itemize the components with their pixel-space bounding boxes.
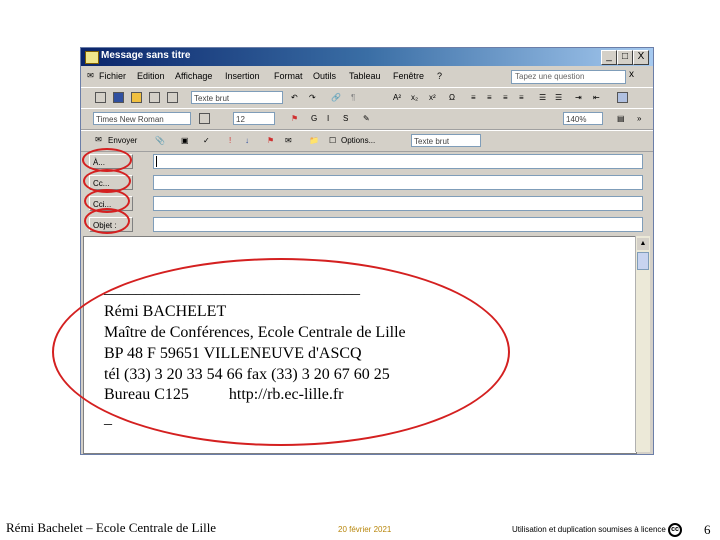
print-preview-icon[interactable] — [167, 92, 178, 103]
help-question-input[interactable]: Tapez une question — [511, 70, 626, 84]
send-icon: ✉ — [95, 135, 102, 144]
redo-icon[interactable]: ↷ — [309, 93, 316, 102]
menu-fenetre[interactable]: Fenêtre — [393, 71, 424, 81]
envelope-icon[interactable]: ✉ — [285, 136, 292, 145]
subject-field[interactable] — [153, 217, 643, 232]
send-toolbar: ✉ Envoyer 📎 ▣ ✓ ! ↓ ⚑ ✉ 📁 ☐ Options... T… — [81, 130, 653, 152]
hidden-text-icon[interactable]: ¶ — [351, 93, 355, 102]
save-icon[interactable] — [113, 92, 124, 103]
standard-toolbar: Texte brut ↶ ↷ 🔗 ¶ A² x₂ x² Ω ≡ ≡ ≡ ≡ ☰ … — [81, 87, 653, 109]
cc-field[interactable] — [153, 175, 643, 190]
font-size-icon[interactable]: A² — [393, 93, 401, 102]
table-icon[interactable] — [199, 113, 210, 124]
scroll-thumb[interactable] — [637, 252, 649, 270]
close-document-icon[interactable]: x — [629, 69, 634, 80]
app-icon — [85, 51, 99, 64]
bold-icon[interactable]: G — [311, 114, 317, 123]
maximize-button[interactable]: □ — [617, 50, 633, 65]
read-mode-icon[interactable]: ▤ — [617, 114, 625, 123]
address-book-icon[interactable]: ▣ — [181, 136, 189, 145]
menu-tableau[interactable]: Tableau — [349, 71, 381, 81]
background-slide-edge — [72, 60, 80, 260]
scroll-up-icon[interactable]: ▲ — [637, 238, 649, 250]
menu-affichage[interactable]: Affichage — [175, 71, 212, 81]
options-button[interactable]: Options... — [341, 136, 375, 145]
style-select[interactable]: Texte brut — [191, 91, 283, 104]
numbered-list-icon[interactable]: ☰ — [539, 93, 546, 102]
print-layout-icon[interactable] — [617, 92, 628, 103]
window-title: Message sans titre — [101, 50, 191, 61]
bullet-list-icon[interactable]: ☰ — [555, 93, 562, 102]
symbol-icon[interactable]: Ω — [449, 93, 455, 102]
flag-icon[interactable]: ⚑ — [267, 136, 274, 145]
annotation-circle-signature — [52, 258, 510, 446]
importance-high-icon[interactable]: ! — [229, 136, 231, 145]
subscript-icon[interactable]: x₂ — [411, 93, 418, 102]
outdent-icon[interactable]: ⇤ — [593, 93, 600, 102]
undo-icon[interactable]: ↶ — [291, 93, 298, 102]
attach-icon[interactable]: 📎 — [155, 136, 165, 145]
footer-date: 20 février 2021 — [338, 525, 392, 534]
menu-fichier[interactable]: Fichier — [99, 71, 126, 81]
footer-author: Rémi Bachelet – Ecole Centrale de Lille — [6, 520, 217, 535]
superscript-icon[interactable]: x² — [429, 93, 436, 102]
hyperlink-icon[interactable]: 🔗 — [331, 93, 341, 102]
check-names-icon[interactable]: ✓ — [203, 136, 210, 145]
bcc-field[interactable] — [153, 196, 643, 211]
annotation-circle-subject — [84, 208, 130, 234]
menu-format[interactable]: Format — [274, 71, 303, 81]
to-field[interactable] — [153, 154, 643, 169]
underline-icon[interactable]: S — [343, 114, 348, 123]
options-icon: ☐ — [329, 136, 337, 145]
align-center-icon[interactable]: ≡ — [487, 93, 492, 102]
align-left-icon[interactable]: ≡ — [471, 93, 476, 102]
follow-up-flag-icon[interactable]: ⚑ — [291, 114, 298, 123]
menu-outils[interactable]: Outils — [313, 71, 336, 81]
footer-license: Utilisation et duplication soumises à li… — [512, 525, 666, 534]
page-number: 6 — [704, 522, 711, 537]
italic-icon[interactable]: I — [327, 114, 329, 123]
folder-icon[interactable]: 📁 — [309, 136, 319, 145]
indent-icon[interactable]: ⇥ — [575, 93, 582, 102]
address-block: À... Cc... Cci... Objet : — [81, 151, 653, 235]
align-right-icon[interactable]: ≡ — [503, 93, 508, 102]
print-icon[interactable] — [149, 92, 160, 103]
permissions-icon[interactable] — [131, 92, 142, 103]
menu-help[interactable]: ? — [437, 71, 442, 81]
close-button[interactable]: X — [633, 50, 649, 65]
title-bar[interactable]: Message sans titre _ □ X — [81, 48, 653, 66]
creative-commons-icon: cc — [668, 523, 682, 537]
new-icon[interactable] — [95, 92, 106, 103]
menu-edition[interactable]: Edition — [137, 71, 165, 81]
zoom-select[interactable]: 140% — [563, 112, 603, 125]
highlight-icon[interactable]: ✎ — [363, 114, 370, 123]
formatting-toolbar: Times New Roman 12 ⚑ G I S ✎ 140% ▤ » — [81, 108, 653, 130]
justify-icon[interactable]: ≡ — [519, 93, 524, 102]
message-format-select[interactable]: Texte brut — [411, 134, 481, 147]
minimize-button[interactable]: _ — [601, 50, 617, 65]
font-select[interactable]: Times New Roman — [93, 112, 191, 125]
font-size-select[interactable]: 12 — [233, 112, 275, 125]
mail-icon: ✉ — [87, 71, 94, 80]
menu-bar: ✉ Fichier Edition Affichage Insertion Fo… — [81, 67, 653, 86]
vertical-scrollbar[interactable]: ▲ — [635, 236, 650, 452]
menu-insertion[interactable]: Insertion — [225, 71, 260, 81]
toolbar-options-icon[interactable]: » — [637, 114, 641, 123]
send-button[interactable]: Envoyer — [108, 136, 137, 145]
text-cursor — [156, 156, 157, 167]
importance-low-icon[interactable]: ↓ — [245, 136, 249, 145]
